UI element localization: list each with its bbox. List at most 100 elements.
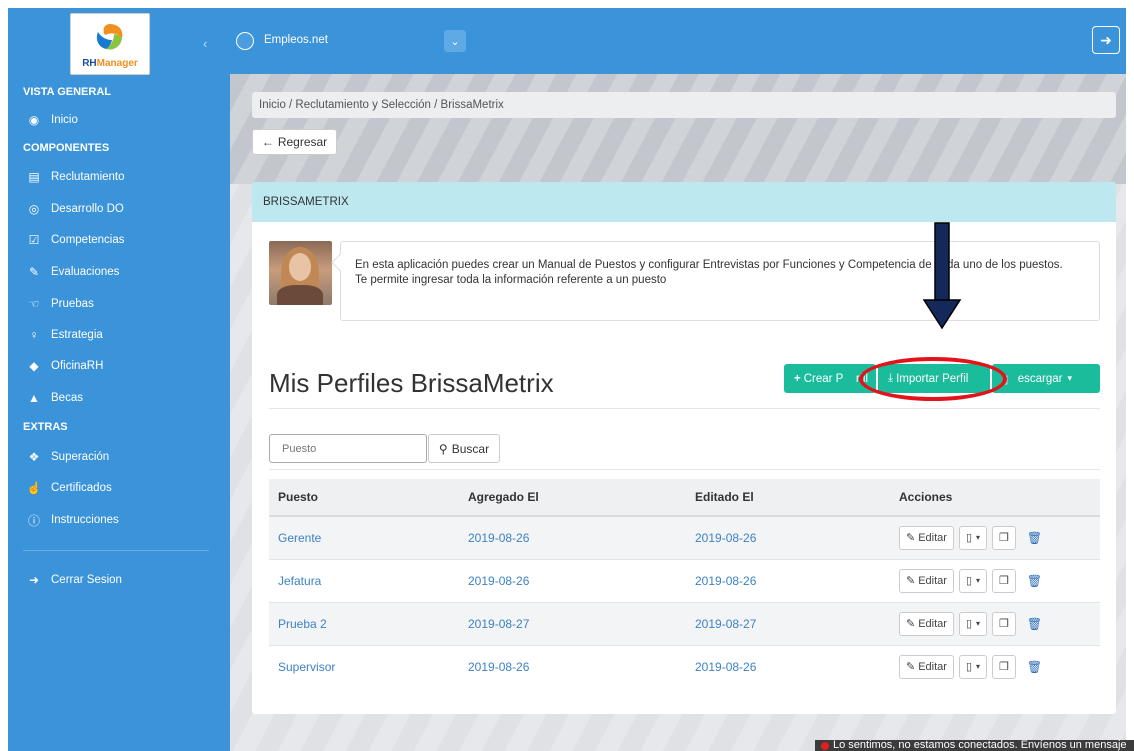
logo-text-rh: RH bbox=[82, 58, 97, 69]
caret-down-icon: ▾ bbox=[976, 619, 981, 628]
file-pdf-icon: ▯ bbox=[965, 575, 973, 587]
info-callout: En esta aplicación puedes crear un Manua… bbox=[340, 241, 1100, 321]
cell-puesto[interactable]: Jefatura bbox=[269, 558, 459, 602]
sidebar-item-cerrar-sesion[interactable]: ➜ Cerrar Sesion bbox=[26, 570, 122, 590]
lightbulb-icon: ♀ bbox=[29, 328, 39, 342]
top-navbar: Empleos.net ⌄ ➜ bbox=[230, 8, 1126, 74]
sidebar-item-label: Competencias bbox=[51, 234, 125, 246]
trash-icon[interactable]: 🗑 bbox=[1027, 574, 1042, 588]
hand-icon: ☜ bbox=[28, 297, 40, 311]
sign-out-icon: ➜ bbox=[28, 573, 40, 587]
logout-button[interactable]: ➜ bbox=[1092, 26, 1120, 54]
trash-icon[interactable]: 🗑 bbox=[1027, 660, 1042, 674]
sidebar-item-estrategia[interactable]: ♀ Estrategia bbox=[26, 325, 103, 345]
sidebar-item-certificados[interactable]: ☝ Certificados bbox=[26, 478, 112, 498]
sidebar-item-desarrollo[interactable]: ◎ Desarrollo DO bbox=[26, 199, 124, 219]
sidebar-item-pruebas[interactable]: ☜ Pruebas bbox=[26, 294, 94, 314]
edit-button[interactable]: ✎ Editar bbox=[899, 654, 954, 679]
copy-button[interactable]: ❐ bbox=[992, 611, 1016, 636]
table-row: Gerente 2019-08-26 2019-08-26 ✎ Editar ▯ ▾… bbox=[269, 515, 1100, 559]
sidebar-item-evaluaciones[interactable]: ✎ Evaluaciones bbox=[26, 262, 119, 282]
download-label: escargar bbox=[1011, 372, 1063, 385]
sidebar-item-becas[interactable]: ▲ Becas bbox=[26, 388, 83, 408]
brand-dropdown-button[interactable]: ⌄ bbox=[444, 30, 466, 52]
search-input[interactable] bbox=[269, 434, 427, 463]
search-button[interactable]: ⚲ Buscar bbox=[428, 434, 500, 463]
copy-icon: ❐ bbox=[999, 661, 1009, 674]
trash-icon[interactable]: 🗑 bbox=[1027, 617, 1042, 631]
edit-icon: ✎ bbox=[906, 618, 916, 630]
logo-text-manager: Manager bbox=[96, 58, 138, 69]
sidebar-item-competencias[interactable]: ☑ Competencias bbox=[26, 230, 125, 250]
chat-offline-bar[interactable]: Lo sentimos, no estamos conectados. Enví… bbox=[815, 740, 1134, 751]
sidebar-item-instrucciones[interactable]: ⓘ Instrucciones bbox=[26, 510, 119, 530]
sidebar-item-label: Becas bbox=[51, 392, 83, 404]
cell-agregado: 2019-08-26 bbox=[459, 558, 686, 602]
cell-puesto[interactable]: Prueba 2 bbox=[269, 601, 459, 645]
sidebar-item-label: Pruebas bbox=[51, 298, 94, 310]
logo-text: RHManager bbox=[71, 58, 149, 69]
cell-editado: 2019-08-27 bbox=[686, 601, 890, 645]
header-puesto[interactable]: Puesto bbox=[269, 479, 459, 517]
annotation-highlight-ellipse bbox=[859, 357, 1007, 401]
checkbox-icon: ☑ bbox=[28, 233, 40, 247]
sidebar-item-label: Inicio bbox=[51, 114, 78, 126]
plus-icon: + bbox=[794, 372, 801, 385]
sidebar-item-label: Reclutamiento bbox=[51, 171, 125, 183]
download-button[interactable]: ▯ escargar ▾ bbox=[992, 364, 1100, 393]
pdf-dropdown-button[interactable]: ▯ ▾ bbox=[958, 611, 988, 636]
pdf-dropdown-button[interactable]: ▯ ▾ bbox=[958, 568, 988, 593]
pdf-dropdown-button[interactable]: ▯ ▾ bbox=[958, 525, 988, 550]
logo[interactable]: RHManager bbox=[70, 13, 150, 75]
edit-button[interactable]: ✎ Editar bbox=[899, 611, 954, 636]
copy-button[interactable]: ❐ bbox=[992, 654, 1016, 679]
breadcrumb[interactable]: Inicio / Reclutamiento y Selección / Bri… bbox=[252, 92, 1116, 118]
edit-label: Editar bbox=[918, 660, 947, 673]
table-row: Supervisor 2019-08-26 2019-08-26 ✎ Editar… bbox=[269, 644, 1100, 688]
sign-out-icon: ➜ bbox=[1100, 31, 1112, 48]
copy-button[interactable]: ❐ bbox=[992, 568, 1016, 593]
header-acciones: Acciones bbox=[890, 479, 1100, 517]
pdf-dropdown-button[interactable]: ▯ ▾ bbox=[958, 654, 988, 679]
sidebar-item-oficinarh[interactable]: ◆ OficinaRH bbox=[26, 356, 103, 376]
brand-name[interactable]: Empleos.net bbox=[264, 34, 328, 46]
cell-acciones: ✎ Editar ▯ ▾ ❐ 🗑 bbox=[890, 515, 1100, 559]
cell-puesto[interactable]: Supervisor bbox=[269, 644, 459, 688]
cell-agregado: 2019-08-27 bbox=[459, 601, 686, 645]
copy-button[interactable]: ❐ bbox=[992, 525, 1016, 550]
cell-agregado: 2019-08-26 bbox=[459, 644, 686, 688]
cubes-icon: ❖ bbox=[28, 450, 40, 464]
graduation-cap-icon: ▲ bbox=[28, 391, 40, 405]
trash-icon[interactable]: 🗑 bbox=[1027, 531, 1042, 545]
sidebar-item-label: OficinaRH bbox=[51, 360, 104, 372]
cell-editado: 2019-08-26 bbox=[686, 558, 890, 602]
caret-down-icon: ▾ bbox=[976, 662, 981, 672]
sidebar-item-reclutamiento[interactable]: ▤ Reclutamiento bbox=[26, 167, 125, 187]
sidebar-item-superacion[interactable]: ❖ Superación bbox=[26, 447, 110, 467]
info-icon: ⓘ bbox=[27, 513, 40, 528]
cell-puesto[interactable]: Gerente bbox=[269, 515, 459, 559]
page-title: Mis Perfiles BrissaMetrix bbox=[269, 368, 554, 398]
sidebar-item-label: Estrategia bbox=[51, 329, 103, 341]
edit-label: Editar bbox=[918, 617, 947, 630]
info-text-2: Te permite ingresar toda la información … bbox=[355, 274, 667, 286]
edit-button[interactable]: ✎ Editar bbox=[899, 568, 954, 593]
back-button[interactable]: ← Regresar bbox=[252, 129, 337, 155]
info-text-1: En esta aplicación puedes crear un Manua… bbox=[355, 259, 1063, 271]
avatar bbox=[269, 241, 332, 305]
edit-label: Editar bbox=[918, 574, 947, 587]
edit-icon: ✎ bbox=[906, 661, 916, 674]
calendar-icon: ▤ bbox=[28, 170, 40, 184]
chat-message: Lo sentimos, no estamos conectados. Enví… bbox=[833, 740, 1127, 751]
hand-pointer-icon: ☝ bbox=[26, 481, 42, 495]
sidebar-item-label: Certificados bbox=[51, 482, 112, 494]
cell-agregado: 2019-08-26 bbox=[459, 515, 686, 559]
search-button-label: Buscar bbox=[451, 441, 490, 456]
header-editado[interactable]: Editado El bbox=[686, 479, 890, 517]
sidebar-item-inicio[interactable]: ◉ Inicio bbox=[26, 110, 78, 130]
header-agregado[interactable]: Agregado El bbox=[459, 479, 686, 517]
chevron-left-icon[interactable]: ‹ bbox=[203, 36, 207, 51]
cell-acciones: ✎ Editar ▯ ▾ ❐ 🗑 bbox=[890, 558, 1100, 602]
edit-button[interactable]: ✎ Editar bbox=[899, 525, 954, 550]
caret-down-icon: ▾ bbox=[976, 533, 981, 543]
